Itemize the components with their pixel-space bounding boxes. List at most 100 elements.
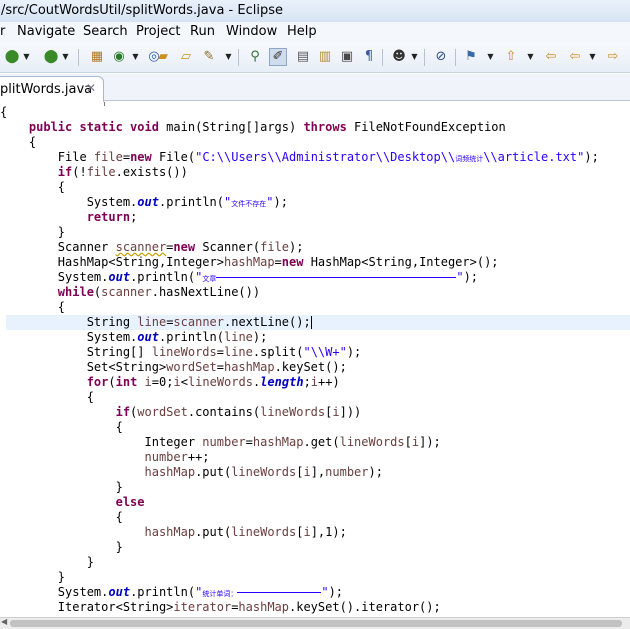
forward-icon[interactable]: ⇨ bbox=[604, 48, 622, 66]
menu-run[interactable]: Run bbox=[190, 22, 215, 43]
menu-window[interactable]: Window bbox=[226, 22, 277, 43]
block-selection-icon[interactable]: ▣ bbox=[338, 48, 356, 66]
new-dropdown-icon[interactable]: ▼ bbox=[22, 48, 31, 66]
open-folder-icon[interactable]: ▰ bbox=[154, 48, 172, 66]
code-token: i bbox=[303, 525, 311, 539]
toolbar-separator bbox=[238, 49, 239, 66]
code-line: { bbox=[0, 510, 123, 525]
code-line: return; bbox=[0, 210, 138, 225]
scroll-left-arrow-icon[interactable]: ◀ bbox=[1, 617, 7, 626]
code-editor[interactable]: { public static void main(String[]args) … bbox=[0, 102, 630, 617]
pin-icon[interactable]: ⚑ bbox=[462, 48, 480, 66]
code-token: "\\W+" bbox=[303, 345, 347, 359]
code-token: throws bbox=[303, 120, 347, 134]
toolbar-separator bbox=[382, 49, 383, 66]
code-line: System.out.println("文章 "); bbox=[0, 270, 478, 285]
show-whitespace-icon[interactable]: ▥ bbox=[316, 48, 334, 66]
new-java-project-icon[interactable]: ▦ bbox=[88, 48, 106, 66]
code-token: .put( bbox=[195, 525, 232, 539]
user-icon[interactable]: ☻ bbox=[390, 48, 408, 66]
code-token: iterator bbox=[173, 600, 232, 614]
code-token: { bbox=[0, 420, 123, 434]
next-annotation-dropdown-icon[interactable]: ▼ bbox=[526, 48, 535, 66]
code-token: number bbox=[144, 450, 188, 464]
toggle-breakpoint-icon[interactable]: ⚲ bbox=[246, 48, 264, 66]
back-dropdown-icon[interactable]: ▼ bbox=[588, 48, 597, 66]
open-resource-icon[interactable]: ▤ bbox=[294, 48, 312, 66]
code-token: .println( bbox=[130, 270, 196, 284]
code-line: hashMap.put(lineWords[i],number); bbox=[0, 465, 383, 480]
code-token: = bbox=[245, 435, 253, 449]
code-token: hashMap bbox=[252, 435, 304, 449]
code-token: file bbox=[86, 165, 116, 179]
toolbar-separator bbox=[455, 49, 456, 66]
code-token: .println( bbox=[158, 195, 224, 209]
code-token: = bbox=[216, 345, 224, 359]
code-token: .hasNextLine()) bbox=[151, 285, 261, 299]
code-token: length bbox=[260, 375, 304, 389]
code-token: lineWords bbox=[339, 435, 405, 449]
code-token: if bbox=[57, 165, 73, 179]
menu-navigate[interactable]: Navigate bbox=[17, 22, 75, 43]
editor-tab-splitwords[interactable]: plitWords.java ✕ bbox=[0, 76, 104, 102]
tools-dropdown-icon[interactable]: ▼ bbox=[224, 48, 233, 66]
scrollbar-thumb[interactable] bbox=[10, 620, 622, 627]
code-token: ); bbox=[273, 195, 288, 209]
menu-help[interactable]: Help bbox=[287, 22, 317, 43]
debug-dropdown-icon[interactable]: ▼ bbox=[61, 48, 70, 66]
code-token: [ bbox=[404, 435, 412, 449]
editor-tab-bar: plitWords.java ✕ bbox=[0, 74, 630, 102]
code-token: ; bbox=[303, 375, 311, 389]
code-token: 文件不存在 bbox=[231, 200, 267, 208]
code-token: String[] bbox=[0, 345, 152, 359]
menu-refactor[interactable]: r bbox=[0, 22, 5, 43]
run-dropdown-icon[interactable]: ▼ bbox=[131, 48, 140, 66]
window-title: /src/CoutWordsUtil/splitWords.java - Ecl… bbox=[1, 3, 283, 18]
code-token: } bbox=[0, 480, 123, 494]
string-dash-line bbox=[237, 592, 322, 593]
code-token: new bbox=[173, 240, 196, 254]
paragraph-icon[interactable]: ¶ bbox=[360, 48, 378, 66]
code-token: hashMap bbox=[144, 525, 196, 539]
code-line: if(wordSet.contains(lineWords[i])) bbox=[0, 405, 362, 420]
code-token: lineWords bbox=[231, 525, 297, 539]
code-token: out bbox=[137, 330, 159, 344]
code-token: number bbox=[325, 465, 369, 479]
close-icon[interactable]: ✕ bbox=[86, 81, 96, 95]
new-package-icon[interactable]: ⬤ bbox=[3, 48, 21, 66]
menu-search[interactable]: Search bbox=[83, 22, 128, 43]
code-token: = bbox=[216, 360, 224, 374]
code-line: { bbox=[0, 420, 123, 435]
code-token: ); bbox=[346, 345, 362, 359]
previous-annotation-icon[interactable]: ⇦ bbox=[542, 48, 560, 66]
debug-icon[interactable]: ⬤ bbox=[42, 48, 60, 66]
code-line: } bbox=[0, 555, 94, 570]
user-dropdown-icon[interactable]: ▼ bbox=[410, 48, 419, 66]
code-token: { bbox=[0, 105, 8, 119]
code-token: } bbox=[0, 570, 66, 584]
code-line: System.out.println(line); bbox=[0, 330, 268, 345]
code-token: ); bbox=[368, 465, 383, 479]
code-token: 词频统计 bbox=[455, 155, 484, 163]
run-icon[interactable]: ◉ bbox=[110, 48, 128, 66]
code-token: } bbox=[0, 555, 94, 569]
mark-occurrences-icon[interactable]: ✐ bbox=[269, 48, 287, 66]
code-token: System. bbox=[0, 270, 109, 284]
code-token: line bbox=[223, 345, 253, 359]
horizontal-scrollbar[interactable]: ◀ bbox=[0, 617, 630, 629]
toolbar-separator bbox=[78, 49, 79, 66]
code-token: int bbox=[115, 375, 138, 389]
external-tools-icon[interactable]: ✎ bbox=[200, 48, 218, 66]
code-token: lineWords bbox=[151, 345, 217, 359]
skip-breakpoints-icon[interactable]: ⊘ bbox=[432, 48, 450, 66]
open-type-icon[interactable]: ▱ bbox=[177, 48, 195, 66]
back-icon[interactable]: ⇦ bbox=[566, 48, 584, 66]
code-token: ); bbox=[584, 150, 599, 164]
menu-project[interactable]: Project bbox=[136, 22, 180, 43]
pin-dropdown-icon[interactable]: ▼ bbox=[486, 48, 495, 66]
next-annotation-icon[interactable]: ⇧ bbox=[502, 48, 520, 66]
